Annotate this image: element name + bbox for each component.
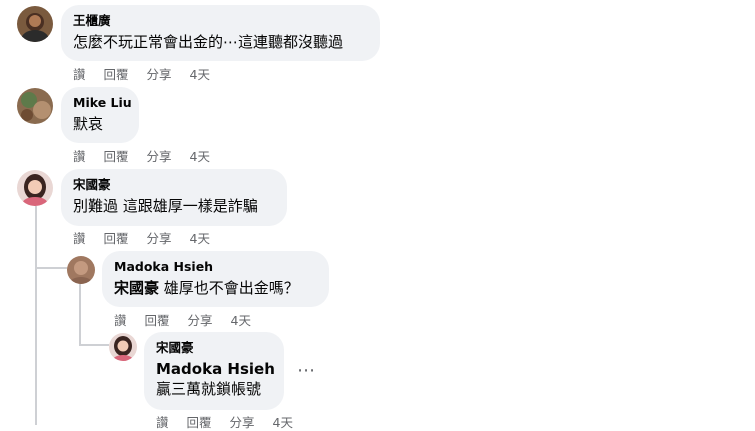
thread-line-nested — [79, 284, 81, 344]
reply-actions: 讚 回覆 分享 4天 — [156, 412, 311, 431]
comment-text: 別難過 這跟雄厚一樣是詐騙 — [73, 197, 258, 215]
reply-button[interactable]: 回覆 — [104, 149, 129, 164]
reply-button[interactable]: 回覆 — [104, 231, 129, 246]
like-button[interactable]: 讚 — [73, 231, 86, 246]
reply-author[interactable]: 宋國豪 — [156, 340, 272, 356]
reply-author[interactable]: Madoka Hsieh — [114, 259, 317, 275]
share-button[interactable]: 分享 — [147, 149, 172, 164]
reply-timestamp[interactable]: 4天 — [231, 313, 251, 328]
like-button[interactable]: 讚 — [156, 415, 169, 430]
mention-link[interactable]: 宋國豪 — [114, 279, 159, 297]
reply-bubble: 宋國豪 Madoka Hsieh 贏三萬就鎖帳號 — [144, 332, 284, 410]
comment-author[interactable]: Mike Liu — [73, 95, 132, 111]
comment-bubble: 宋國豪 別難過 這跟雄厚一樣是詐騙 — [61, 169, 287, 226]
comment-actions: 讚 回覆 分享 4天 — [73, 146, 228, 165]
mention-link[interactable]: Madoka Hsieh — [156, 359, 275, 379]
reply-bubble: Madoka Hsieh 宋國豪 雄厚也不會出金嗎？ — [102, 251, 329, 307]
comment-author[interactable]: 宋國豪 — [73, 177, 275, 193]
comment-text: 怎麼不玩正常會出金的⋯這連聽都沒聽過 — [73, 33, 344, 51]
comment-text: 默哀 — [73, 115, 104, 133]
comment-author[interactable]: 王櫃廣 — [73, 13, 368, 29]
reply-text: Madoka Hsieh 贏三萬就鎖帳號 — [156, 359, 275, 399]
thread-line-branch-1 — [35, 267, 67, 269]
comment-bubble: 王櫃廣 怎麼不玩正常會出金的⋯這連聽都沒聽過 — [61, 5, 380, 61]
more-horizontal-icon[interactable]: ⋯ — [297, 360, 316, 381]
avatar[interactable] — [17, 6, 53, 42]
avatar[interactable] — [17, 170, 53, 206]
avatar[interactable] — [67, 256, 95, 284]
share-button[interactable]: 分享 — [147, 231, 172, 246]
thread-line-branch-2 — [79, 344, 109, 346]
avatar[interactable] — [17, 88, 53, 124]
reply-actions: 讚 回覆 分享 4天 — [114, 310, 269, 329]
reply-message: 雄厚也不會出金嗎？ — [163, 279, 299, 297]
comment-actions: 讚 回覆 分享 4天 — [73, 64, 228, 83]
reply-timestamp[interactable]: 4天 — [273, 415, 293, 430]
comment-timestamp[interactable]: 4天 — [190, 149, 210, 164]
avatar[interactable] — [109, 333, 137, 361]
reply-button[interactable]: 回覆 — [104, 67, 129, 82]
reply-message: 贏三萬就鎖帳號 — [156, 380, 262, 398]
like-button[interactable]: 讚 — [114, 313, 127, 328]
comment-timestamp[interactable]: 4天 — [190, 231, 210, 246]
comment-bubble: Mike Liu 默哀 — [61, 87, 139, 143]
thread-line-main — [35, 206, 37, 425]
share-button[interactable]: 分享 — [147, 67, 172, 82]
like-button[interactable]: 讚 — [73, 149, 86, 164]
comment-actions: 讚 回覆 分享 4天 — [73, 228, 228, 247]
reply-button[interactable]: 回覆 — [145, 313, 170, 328]
share-button[interactable]: 分享 — [188, 313, 213, 328]
comment-timestamp[interactable]: 4天 — [190, 67, 210, 82]
like-button[interactable]: 讚 — [73, 67, 86, 82]
reply-text: 宋國豪 雄厚也不會出金嗎？ — [114, 278, 317, 298]
share-button[interactable]: 分享 — [230, 415, 255, 430]
reply-button[interactable]: 回覆 — [187, 415, 212, 430]
